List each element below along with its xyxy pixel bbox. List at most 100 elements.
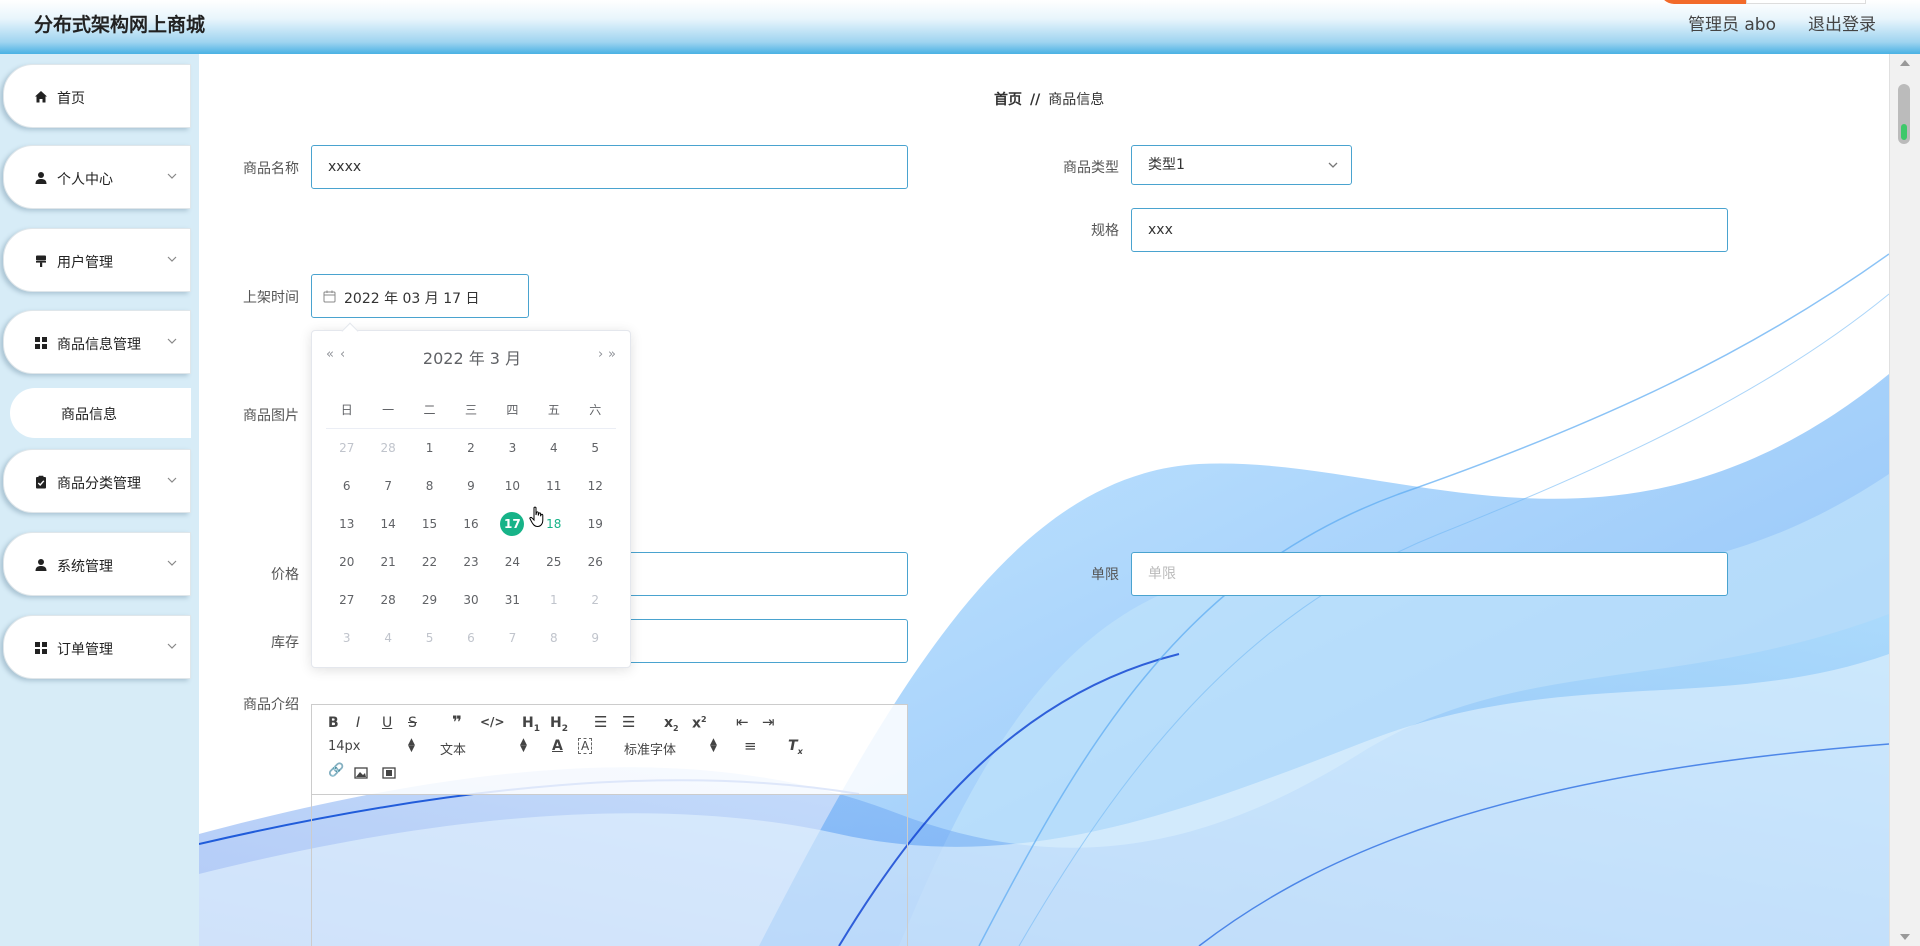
calendar-day[interactable]: 1 bbox=[409, 436, 450, 460]
product-name-input[interactable]: xxxx bbox=[311, 145, 908, 189]
top-bar: 分布式架构网上商城 管理员 abo 退出登录 bbox=[0, 0, 1920, 54]
weekday-label: 三 bbox=[464, 403, 477, 417]
sidebar-item-personal-center[interactable]: 个人中心 bbox=[3, 145, 191, 209]
calendar-day[interactable]: 16 bbox=[450, 512, 491, 536]
calendar-day[interactable]: 6 bbox=[450, 626, 491, 650]
page-scrollbar[interactable] bbox=[1889, 54, 1920, 946]
calendar-day[interactable]: 7 bbox=[367, 474, 408, 498]
sidebar-item-label: 商品信息管理 bbox=[57, 337, 141, 353]
font-color-icon[interactable]: A bbox=[552, 738, 563, 754]
calendar-day[interactable]: 9 bbox=[575, 626, 616, 650]
background-color-icon[interactable]: A bbox=[578, 738, 593, 754]
next-year-button[interactable]: » bbox=[608, 347, 616, 362]
header-1-icon[interactable]: H1 bbox=[522, 715, 540, 734]
calendar-day[interactable]: 13 bbox=[326, 512, 367, 536]
calendar-day[interactable]: 19 bbox=[575, 512, 616, 536]
calendar-day[interactable]: 12 bbox=[575, 474, 616, 498]
calendar-day[interactable]: 4 bbox=[533, 436, 574, 460]
scroll-down-icon[interactable] bbox=[1900, 934, 1910, 940]
header-2-icon[interactable]: H2 bbox=[550, 715, 568, 734]
sidebar-item-label: 用户管理 bbox=[57, 255, 113, 271]
video-icon[interactable] bbox=[382, 767, 396, 779]
font-size-select[interactable]: 14px ▲ ▼ bbox=[328, 737, 418, 755]
sidebar-item-home[interactable]: 首页 bbox=[3, 64, 191, 128]
calendar-day[interactable]: 4 bbox=[367, 626, 408, 650]
calendar-day[interactable]: 20 bbox=[326, 550, 367, 574]
calendar-day[interactable]: 1 bbox=[533, 588, 574, 612]
bullet-list-icon[interactable]: ☰ bbox=[622, 713, 635, 731]
outdent-icon[interactable]: ⇤ bbox=[736, 713, 749, 731]
header-decoration bbox=[1660, 0, 1750, 4]
calendar-day[interactable]: 7 bbox=[492, 626, 533, 650]
calendar-day[interactable]: 11 bbox=[533, 474, 574, 498]
select-arrows-icon: ▲ ▼ bbox=[408, 737, 415, 754]
product-type-label: 商品类型 bbox=[1063, 160, 1119, 176]
subscript-icon[interactable]: x2 bbox=[664, 715, 679, 733]
calendar-day[interactable]: 5 bbox=[575, 436, 616, 460]
breadcrumb-separator: // bbox=[1030, 92, 1041, 108]
calendar-day[interactable]: 14 bbox=[367, 512, 408, 536]
calendar-day[interactable]: 29 bbox=[409, 588, 450, 612]
breadcrumb: 首页 // 商品信息 bbox=[994, 89, 1104, 109]
calendar-day[interactable]: 27 bbox=[326, 588, 367, 612]
rich-text-editor[interactable]: B I U S ❞ </> H1 H2 ☰ ☰ x2 x2 ⇤ ⇥ 14px ▲ ▼… bbox=[311, 704, 908, 946]
calendar-day[interactable]: 6 bbox=[326, 474, 367, 498]
calendar-day[interactable]: 30 bbox=[450, 588, 491, 612]
calendar-day[interactable]: 8 bbox=[409, 474, 450, 498]
calendar-day[interactable]: 27 bbox=[326, 436, 367, 460]
indent-icon[interactable]: ⇥ bbox=[762, 713, 775, 731]
calendar-day[interactable]: 8 bbox=[533, 626, 574, 650]
calendar-day[interactable]: 10 bbox=[492, 474, 533, 498]
calendar-day[interactable]: 17 bbox=[492, 512, 533, 536]
blockquote-icon[interactable]: ❞ bbox=[452, 713, 462, 733]
sidebar-item-order-management[interactable]: 订单管理 bbox=[3, 615, 191, 679]
block-type-select[interactable]: 文本 ▲ ▼ bbox=[440, 738, 530, 759]
scroll-up-icon[interactable] bbox=[1900, 60, 1910, 66]
calendar-day[interactable]: 24 bbox=[492, 550, 533, 574]
calendar-day[interactable]: 28 bbox=[367, 436, 408, 460]
bold-icon[interactable]: B bbox=[328, 715, 339, 731]
sidebar-item-product-management[interactable]: 商品信息管理 bbox=[3, 310, 191, 374]
calendar-day[interactable]: 5 bbox=[409, 626, 450, 650]
calendar-day[interactable]: 26 bbox=[575, 550, 616, 574]
ordered-list-icon[interactable]: ☰ bbox=[594, 713, 607, 731]
calendar-day[interactable]: 9 bbox=[450, 474, 491, 498]
date-picker-header[interactable]: 2022 年 3 月 bbox=[312, 345, 632, 369]
clear-format-icon[interactable]: Tx bbox=[788, 738, 803, 756]
sidebar-item-user-management[interactable]: 用户管理 bbox=[3, 228, 191, 292]
link-icon[interactable]: 🔗 bbox=[328, 763, 344, 778]
breadcrumb-home[interactable]: 首页 bbox=[994, 92, 1022, 108]
align-icon[interactable]: ≡ bbox=[744, 737, 757, 755]
image-icon[interactable] bbox=[354, 767, 368, 779]
logout-link[interactable]: 退出登录 bbox=[1808, 10, 1876, 35]
calendar-day[interactable]: 3 bbox=[326, 626, 367, 650]
scrollbar-thumb[interactable] bbox=[1898, 84, 1910, 144]
italic-icon[interactable]: I bbox=[356, 715, 360, 731]
calendar-day[interactable]: 2 bbox=[450, 436, 491, 460]
calendar-day[interactable]: 15 bbox=[409, 512, 450, 536]
calendar-day[interactable]: 25 bbox=[533, 550, 574, 574]
calendar-day[interactable]: 2 bbox=[575, 588, 616, 612]
listing-date-input[interactable]: 2022 年 03 月 17 日 bbox=[311, 274, 529, 318]
next-month-button[interactable]: › bbox=[598, 347, 603, 362]
strikethrough-icon[interactable]: S bbox=[408, 715, 417, 731]
weekday-header-row: 日 一 二 三 四 五 六 bbox=[326, 391, 616, 429]
product-type-select[interactable]: 类型1 bbox=[1131, 145, 1352, 185]
calendar-day[interactable]: 22 bbox=[409, 550, 450, 574]
calendar-day[interactable]: 31 bbox=[492, 588, 533, 612]
font-family-select[interactable]: 标准字体 ▲ ▼ bbox=[624, 738, 720, 759]
underline-icon[interactable]: U bbox=[382, 715, 392, 731]
code-block-icon[interactable]: </> bbox=[480, 715, 505, 729]
sidebar-subitem-product-info[interactable]: 商品信息 bbox=[10, 388, 191, 438]
spec-input[interactable]: xxx bbox=[1131, 208, 1728, 252]
current-user-label: 管理员 abo bbox=[1687, 15, 1776, 35]
calendar-day[interactable]: 3 bbox=[492, 436, 533, 460]
superscript-icon[interactable]: x2 bbox=[692, 715, 707, 732]
sidebar-item-system-management[interactable]: 系统管理 bbox=[3, 532, 191, 596]
limit-input[interactable]: 单限 bbox=[1131, 552, 1728, 596]
sidebar-item-category-management[interactable]: 商品分类管理 bbox=[3, 449, 191, 513]
calendar-day[interactable]: 23 bbox=[450, 550, 491, 574]
calendar-day[interactable]: 21 bbox=[367, 550, 408, 574]
description-label: 商品介绍 bbox=[243, 697, 299, 713]
calendar-day[interactable]: 28 bbox=[367, 588, 408, 612]
